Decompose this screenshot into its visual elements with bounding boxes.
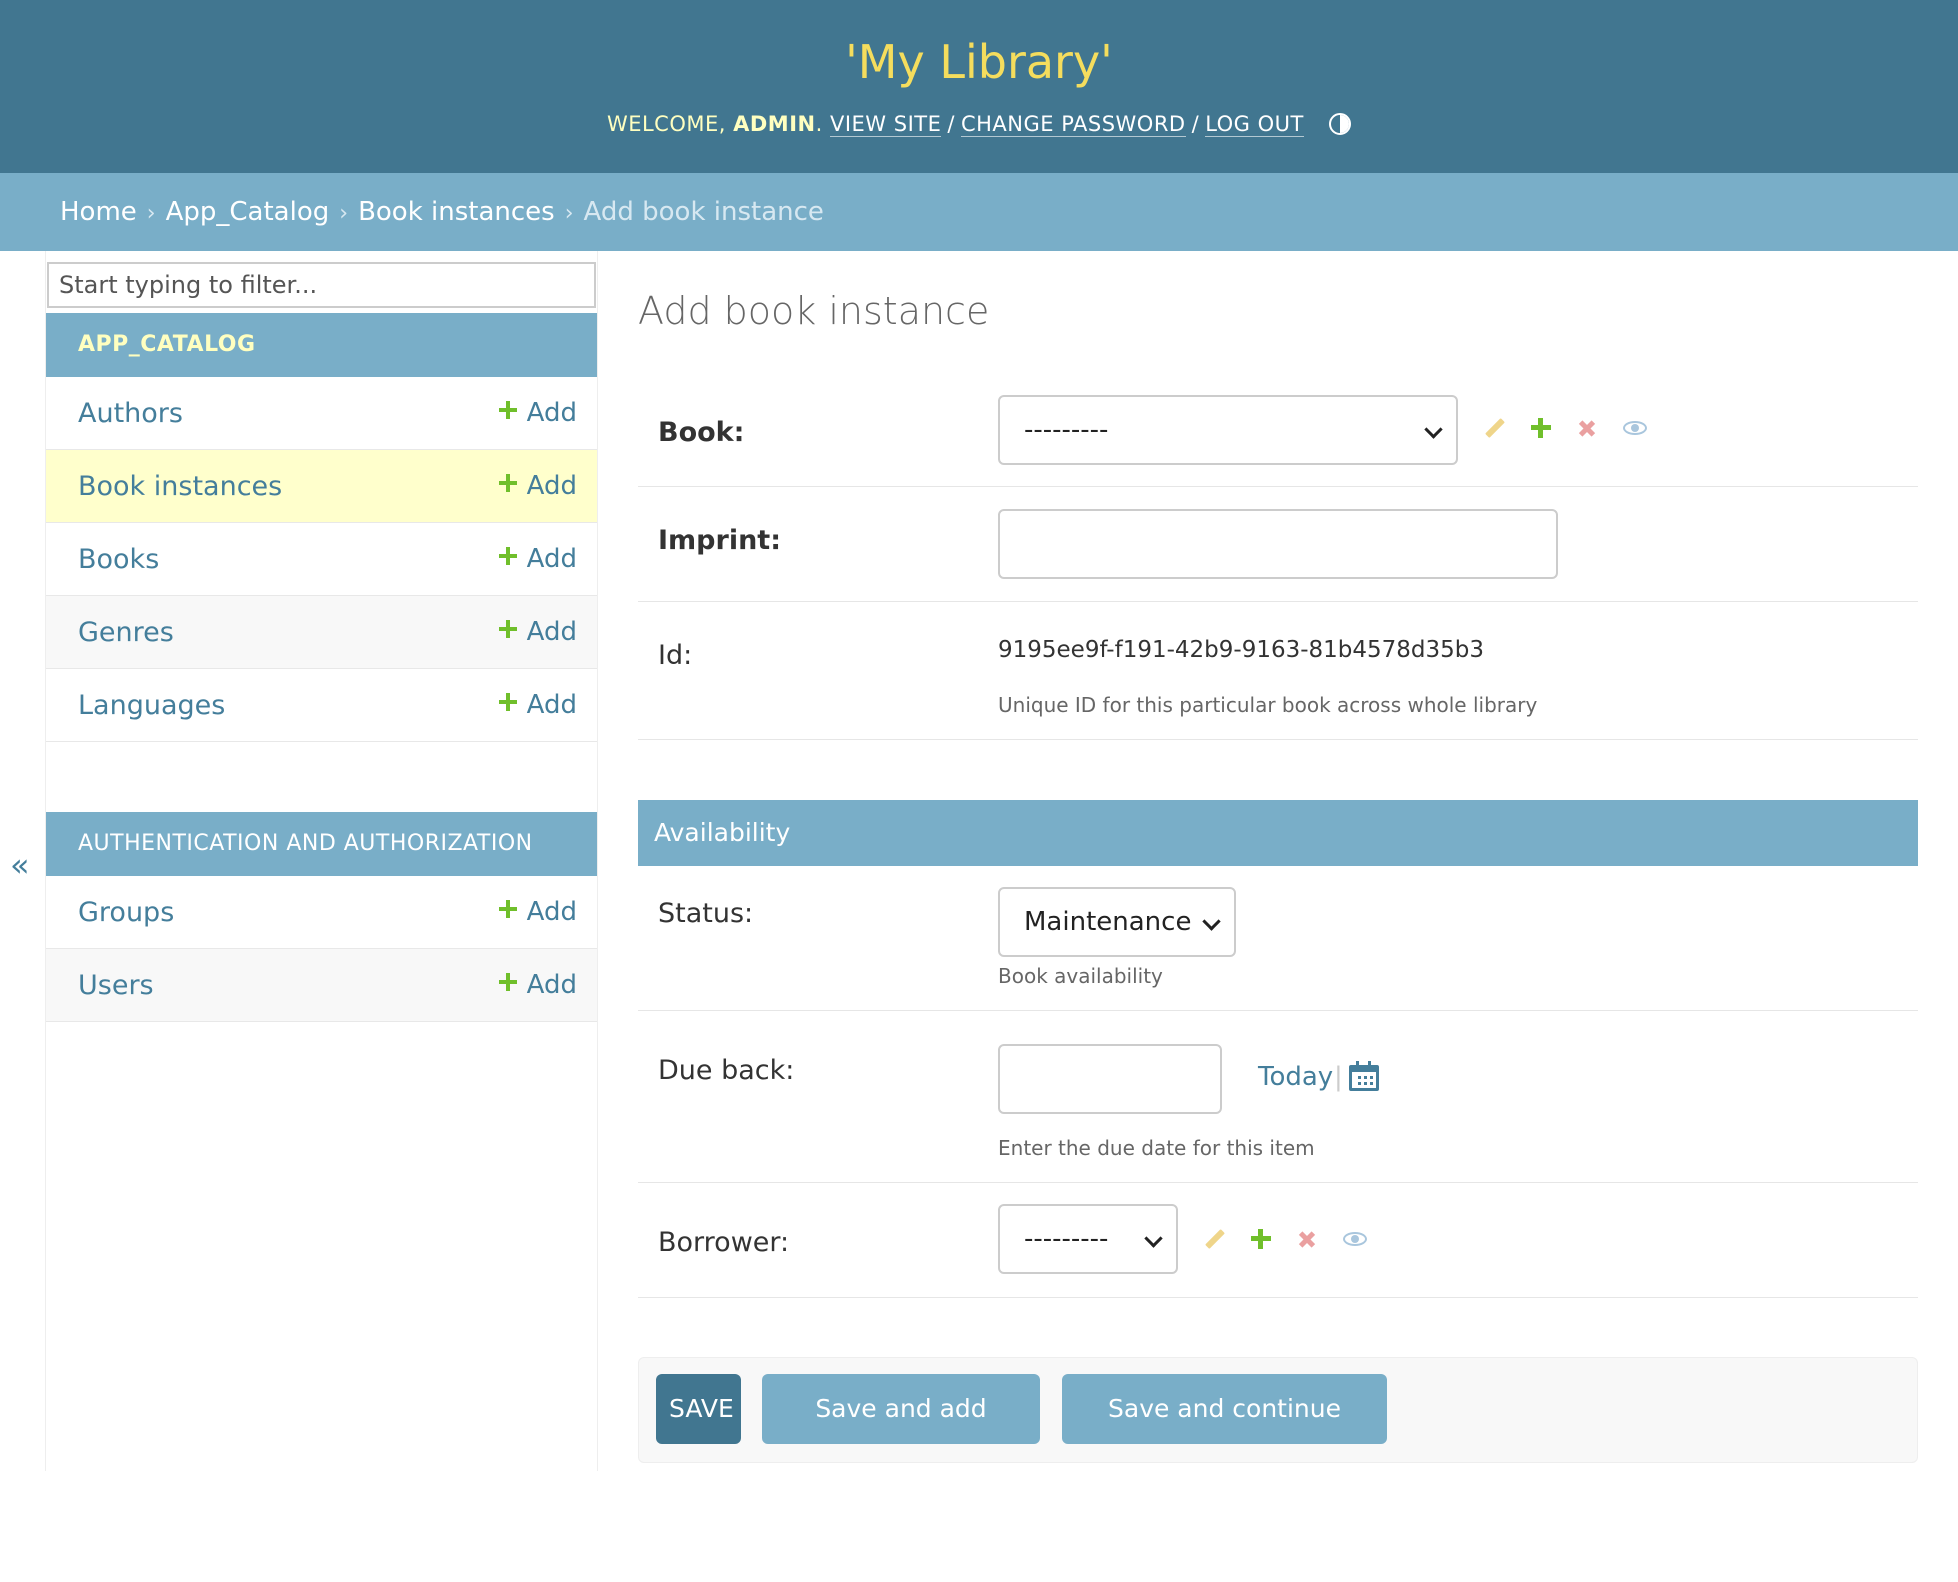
breadcrumb-home[interactable]: Home bbox=[60, 197, 137, 227]
form-row-id: Id: 9195ee9f-f191-42b9-9163-81b4578d35b3… bbox=[638, 602, 1918, 740]
imprint-input[interactable] bbox=[998, 509, 1558, 579]
view-icon[interactable] bbox=[1341, 1225, 1369, 1253]
form-row-status: Status: Maintenance Book availability bbox=[638, 866, 1918, 1011]
add-icon bbox=[498, 401, 517, 419]
borrower-select[interactable]: --------- bbox=[998, 1204, 1178, 1274]
sidebar-item-label[interactable]: Languages bbox=[78, 669, 225, 742]
status-label: Status: bbox=[658, 898, 754, 929]
delete-icon[interactable] bbox=[1293, 1225, 1321, 1253]
borrower-label: Borrower: bbox=[658, 1227, 790, 1258]
chevron-down-icon bbox=[1202, 912, 1221, 931]
breadcrumb-current: Add book instance bbox=[583, 197, 824, 227]
save-and-add-another-button[interactable]: Save and add another bbox=[762, 1374, 1040, 1493]
sidebar-item-groups: Groups Add bbox=[46, 876, 597, 949]
add-books-link[interactable]: Add bbox=[498, 523, 577, 596]
book-label: Book: bbox=[658, 417, 745, 448]
log-out-link[interactable]: LOG OUT bbox=[1205, 112, 1304, 137]
sidebar-item-languages: Languages Add bbox=[46, 669, 597, 742]
sidebar-collapse-button[interactable]: « bbox=[10, 845, 30, 885]
due-back-label: Due back: bbox=[658, 1055, 795, 1086]
pencil-icon[interactable] bbox=[1201, 1225, 1229, 1253]
change-password-link[interactable]: CHANGE PASSWORD bbox=[960, 112, 1186, 137]
add-icon bbox=[498, 693, 517, 711]
breadcrumb-model[interactable]: Book instances bbox=[358, 197, 555, 227]
sidebar: APP_CATALOG Authors Add Book instances A… bbox=[45, 251, 598, 1471]
module-caption[interactable]: APP_CATALOG bbox=[46, 313, 597, 377]
delete-icon[interactable] bbox=[1573, 414, 1601, 442]
id-help-text: Unique ID for this particular book acros… bbox=[998, 693, 1538, 717]
page-title: Add book instance bbox=[638, 289, 990, 333]
sidebar-item-label[interactable]: Groups bbox=[78, 876, 174, 949]
username: ADMIN bbox=[733, 112, 816, 136]
welcome-text: WELCOME, bbox=[606, 112, 734, 136]
view-site-link[interactable]: VIEW SITE bbox=[829, 112, 942, 137]
add-authors-link[interactable]: Add bbox=[498, 377, 577, 450]
chevron-down-icon bbox=[1144, 1229, 1163, 1248]
add-genres-link[interactable]: Add bbox=[498, 596, 577, 669]
breadcrumb-app[interactable]: App_Catalog bbox=[166, 197, 330, 227]
sidebar-item-label[interactable]: Genres bbox=[78, 596, 174, 669]
status-select[interactable]: Maintenance bbox=[998, 887, 1236, 957]
sidebar-item-books: Books Add bbox=[46, 523, 597, 596]
form-row-book: Book: --------- bbox=[638, 382, 1918, 487]
form-row-due-back: Due back: Today | Enter the due date for… bbox=[638, 1011, 1918, 1183]
add-icon[interactable] bbox=[1527, 414, 1555, 442]
sidebar-item-users: Users Add bbox=[46, 949, 597, 1022]
view-icon[interactable] bbox=[1621, 414, 1649, 442]
user-tools: WELCOME, ADMIN. VIEW SITE / CHANGE PASSWOR… bbox=[0, 108, 1958, 140]
sidebar-item-authors: Authors Add bbox=[46, 377, 597, 450]
due-back-input[interactable] bbox=[998, 1044, 1222, 1114]
add-icon bbox=[498, 474, 517, 492]
breadcrumb: Home › App_Catalog › Book instances › Add book… bbox=[0, 173, 1958, 251]
add-users-link[interactable]: Add bbox=[498, 949, 577, 1022]
module-app-catalog: APP_CATALOG Authors Add Book instances A… bbox=[46, 313, 597, 742]
id-label: Id: bbox=[658, 640, 693, 671]
site-header: 'My Library' WELCOME, ADMIN. VIEW SITE / C… bbox=[0, 0, 1958, 173]
add-icon bbox=[498, 900, 517, 918]
submit-row: SAVE Save and add another Save and conti… bbox=[638, 1357, 1918, 1493]
save-button[interactable]: SAVE bbox=[656, 1374, 741, 1444]
form-row-borrower: Borrower: --------- bbox=[638, 1183, 1918, 1298]
add-icon[interactable] bbox=[1247, 1225, 1275, 1253]
form-row-imprint: Imprint: bbox=[638, 487, 1918, 602]
due-back-help-text: Enter the due date for this item bbox=[998, 1136, 1315, 1160]
module-auth: AUTHENTICATION AND AUTHORIZATION Groups … bbox=[46, 812, 597, 1022]
theme-toggle-icon[interactable] bbox=[1329, 113, 1352, 135]
site-name[interactable]: 'My Library' bbox=[0, 32, 1958, 92]
borrower-related-icons bbox=[1201, 1225, 1381, 1255]
fieldset-availability-header: Availability bbox=[638, 800, 1918, 866]
sidebar-item-label[interactable]: Authors bbox=[78, 377, 183, 450]
today-link[interactable]: Today bbox=[1258, 1062, 1333, 1092]
add-book-instances-link[interactable]: Add bbox=[498, 450, 577, 523]
add-icon bbox=[498, 973, 517, 991]
book-related-icons bbox=[1481, 414, 1661, 444]
add-groups-link[interactable]: Add bbox=[498, 876, 577, 949]
save-and-continue-editing-button[interactable]: Save and continue editing bbox=[1062, 1374, 1387, 1493]
add-icon bbox=[498, 547, 517, 565]
id-value: 9195ee9f-f191-42b9-9163-81b4578d35b3 bbox=[998, 637, 1485, 663]
add-icon bbox=[498, 620, 517, 638]
chevron-down-icon bbox=[1424, 420, 1443, 439]
sidebar-item-label[interactable]: Books bbox=[78, 523, 159, 596]
book-select[interactable]: --------- bbox=[998, 395, 1458, 465]
imprint-label: Imprint: bbox=[658, 525, 782, 556]
pencil-icon[interactable] bbox=[1481, 414, 1509, 442]
add-languages-link[interactable]: Add bbox=[498, 669, 577, 742]
sidebar-item-book-instances: Book instances Add bbox=[46, 450, 597, 523]
sidebar-item-genres: Genres Add bbox=[46, 596, 597, 669]
sidebar-item-label[interactable]: Book instances bbox=[78, 450, 282, 523]
calendar-icon[interactable] bbox=[1349, 1061, 1379, 1091]
nav-filter-input[interactable] bbox=[47, 262, 596, 308]
status-help-text: Book availability bbox=[998, 964, 1163, 988]
sidebar-item-label[interactable]: Users bbox=[78, 949, 154, 1022]
module-caption[interactable]: AUTHENTICATION AND AUTHORIZATION bbox=[46, 812, 597, 876]
